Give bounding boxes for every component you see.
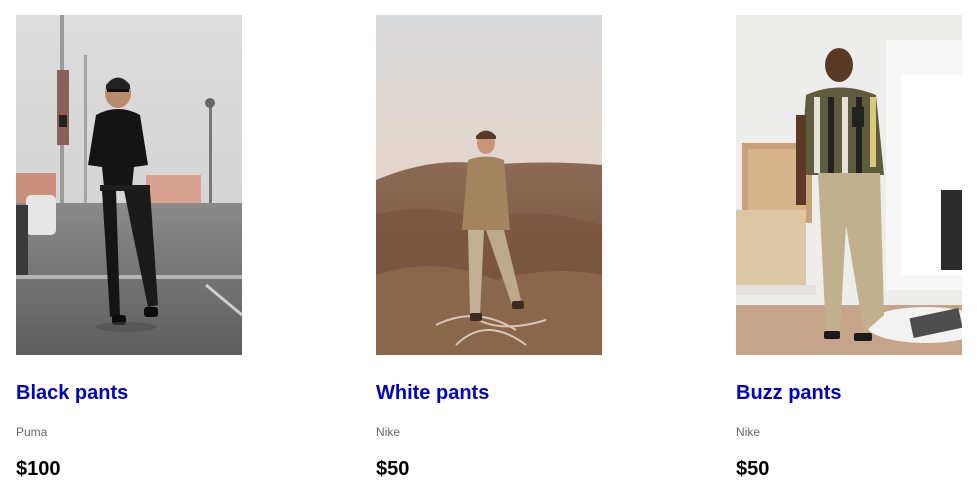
product-title-link[interactable]: Black pants bbox=[16, 381, 242, 405]
product-image[interactable] bbox=[376, 15, 602, 355]
product-title-link[interactable]: Buzz pants bbox=[736, 381, 962, 405]
product-image[interactable] bbox=[16, 15, 242, 355]
product-card: White pants Nike $50 bbox=[376, 15, 602, 481]
product-image[interactable] bbox=[736, 15, 962, 355]
product-price: $50 bbox=[376, 458, 410, 480]
product-title-link[interactable]: White pants bbox=[376, 381, 602, 405]
product-card: Buzz pants Nike $50 bbox=[736, 15, 962, 481]
product-price: $100 bbox=[16, 458, 61, 480]
product-card: Black pants Puma $100 bbox=[16, 15, 242, 481]
product-brand: Nike bbox=[736, 425, 761, 439]
product-brand: Puma bbox=[16, 425, 48, 439]
product-brand: Nike bbox=[376, 425, 401, 439]
product-price: $50 bbox=[736, 458, 770, 480]
